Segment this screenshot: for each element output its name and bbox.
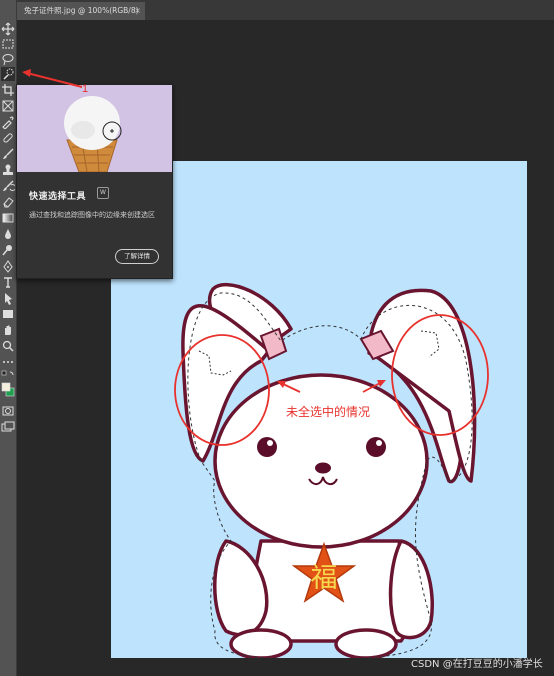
annotation-circle-right bbox=[391, 314, 489, 436]
annotation-overlay: 1 未全选中的情况 bbox=[22, 69, 489, 446]
annotation-arrow-1 bbox=[26, 72, 83, 88]
annotation-circle-left bbox=[174, 334, 270, 446]
watermark: CSDN @在打豆豆的小潘学长 bbox=[411, 659, 543, 670]
step-number: 1 bbox=[82, 83, 88, 95]
annotation-arrowhead-1 bbox=[22, 69, 31, 77]
annotation-note: 未全选中的情况 bbox=[286, 404, 370, 419]
